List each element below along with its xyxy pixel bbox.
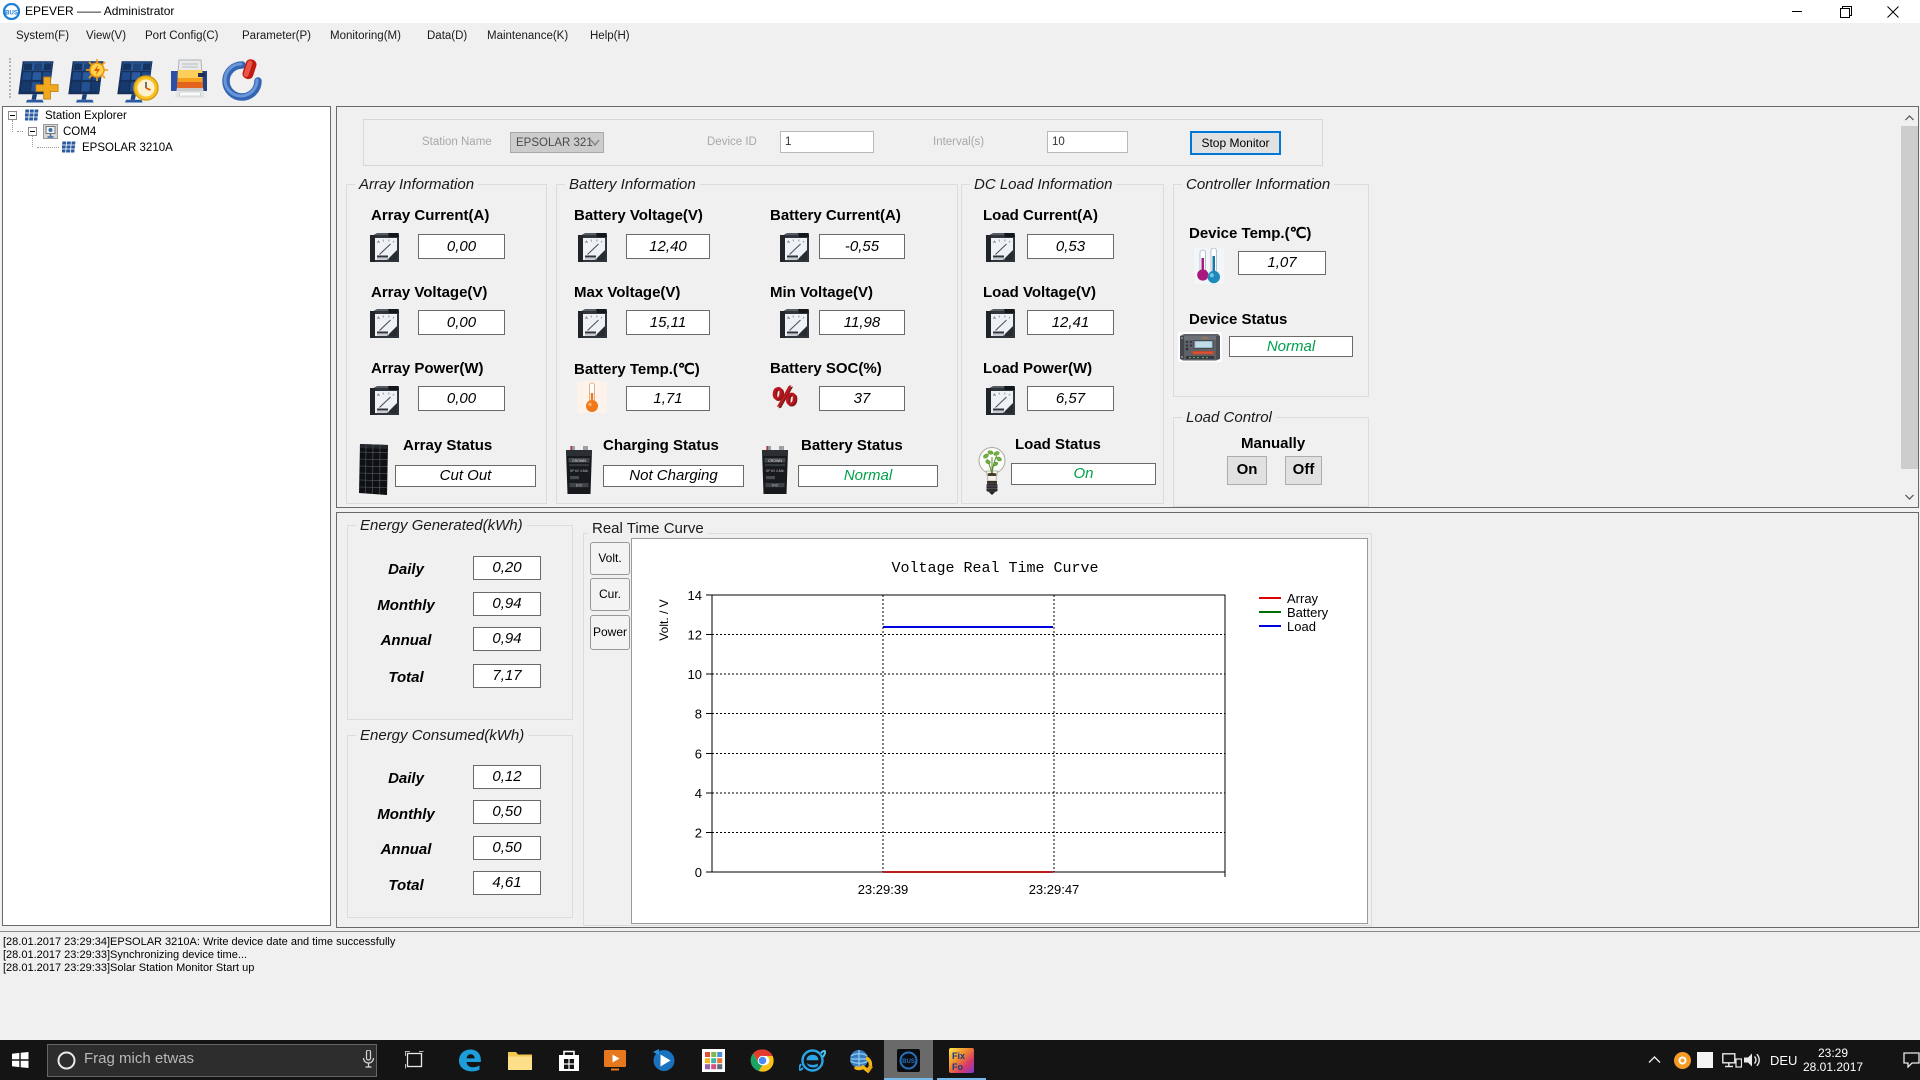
- svg-text:12: 12: [688, 628, 702, 643]
- svg-text:BUS: BUS: [902, 1059, 915, 1065]
- svg-text:2: 2: [695, 825, 702, 840]
- svg-text:Volt. / V: Volt. / V: [657, 599, 671, 640]
- svg-text:14: 14: [688, 588, 702, 603]
- svg-text:4: 4: [695, 786, 702, 801]
- svg-text:23:29:47: 23:29:47: [1029, 882, 1080, 897]
- svg-text:6: 6: [695, 746, 702, 761]
- svg-text:Load: Load: [1287, 619, 1316, 634]
- svg-text:0: 0: [695, 865, 702, 880]
- svg-text:BUS: BUS: [5, 11, 18, 17]
- svg-text:10: 10: [688, 667, 702, 682]
- svg-text:Battery: Battery: [1287, 605, 1329, 620]
- svg-text:23:29:39: 23:29:39: [858, 882, 909, 897]
- svg-text:Fo: Fo: [952, 1062, 963, 1072]
- svg-text:Fix: Fix: [952, 1051, 965, 1061]
- svg-text:Array: Array: [1287, 591, 1319, 606]
- svg-text:Voltage Real Time Curve: Voltage Real Time Curve: [891, 560, 1098, 577]
- svg-text:8: 8: [695, 707, 702, 722]
